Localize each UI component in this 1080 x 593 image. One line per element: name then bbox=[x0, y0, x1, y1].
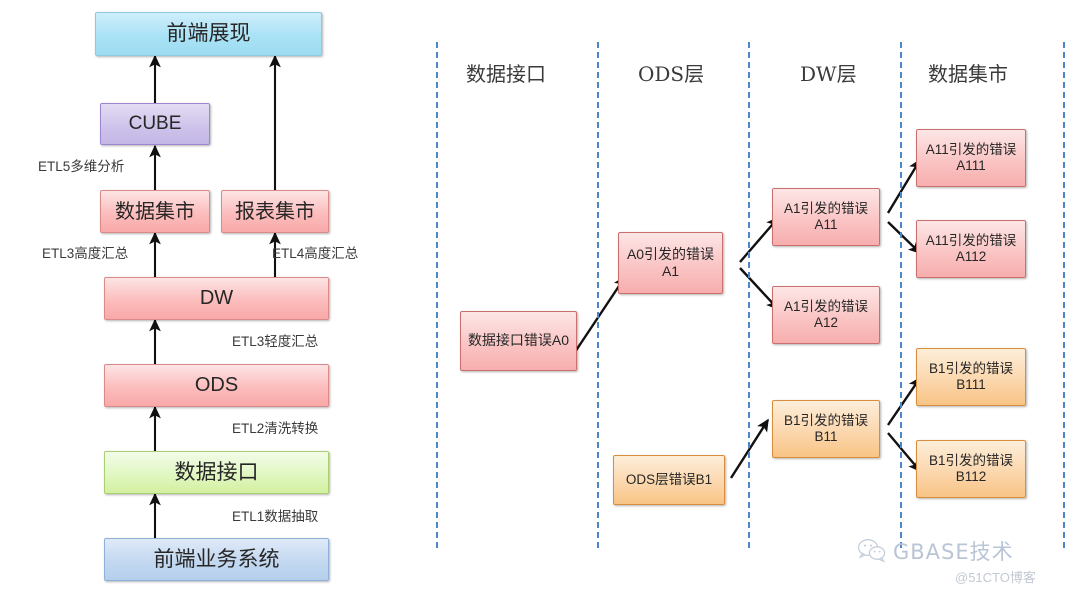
lane-divider-3 bbox=[748, 42, 750, 548]
box-label: 前端业务系统 bbox=[153, 546, 280, 571]
node-label: A11引发的错误A111 bbox=[925, 141, 1017, 173]
box-frontend-business-system[interactable]: 前端业务系统 bbox=[104, 538, 329, 581]
box-label: 数据集市 bbox=[115, 199, 195, 224]
box-label: 前端展现 bbox=[166, 21, 251, 46]
box-frontend-display[interactable]: 前端展现 bbox=[95, 12, 322, 56]
node-b112[interactable]: B1引发的错误B112 bbox=[916, 440, 1026, 498]
node-a12[interactable]: A1引发的错误A12 bbox=[772, 286, 880, 344]
box-ods[interactable]: ODS bbox=[104, 364, 329, 407]
lane-divider-2 bbox=[597, 42, 599, 548]
node-label: A0引发的错误A1 bbox=[626, 245, 715, 279]
node-a0[interactable]: 数据接口错误A0 bbox=[460, 311, 577, 371]
edge-label-etl5: ETL5多维分析 bbox=[38, 159, 125, 174]
node-label: A1引发的错误A11 bbox=[783, 200, 868, 232]
diagram-canvas: 前端展现 CUBE 数据集市 报表集市 DW ODS 数据接口 前端业务系统 E… bbox=[0, 0, 1080, 593]
edge-label-etl3-light: ETL3轻度汇总 bbox=[232, 334, 319, 349]
edge-label-etl4-high: ETL4高度汇总 bbox=[272, 246, 359, 261]
node-a111[interactable]: A11引发的错误A111 bbox=[916, 129, 1026, 187]
lane-divider-4 bbox=[900, 42, 902, 548]
box-data-interface[interactable]: 数据接口 bbox=[104, 451, 329, 494]
node-label: A11引发的错误A112 bbox=[925, 232, 1017, 264]
edge-label-etl1: ETL1数据抽取 bbox=[232, 509, 319, 524]
node-label: B1引发的错误B111 bbox=[928, 360, 1013, 392]
box-cube[interactable]: CUBE bbox=[100, 103, 210, 145]
node-b1[interactable]: ODS层错误B1 bbox=[613, 455, 725, 505]
box-report-mart[interactable]: 报表集市 bbox=[221, 190, 329, 233]
node-a1[interactable]: A0引发的错误A1 bbox=[618, 232, 723, 294]
column-header-data-interface: 数据接口 bbox=[466, 62, 546, 86]
node-label: 数据接口错误A0 bbox=[467, 332, 570, 349]
node-a112[interactable]: A11引发的错误A112 bbox=[916, 220, 1026, 278]
box-label: 报表集市 bbox=[235, 199, 315, 224]
box-data-mart[interactable]: 数据集市 bbox=[100, 190, 210, 233]
wechat-icon bbox=[857, 539, 886, 563]
lane-divider-5 bbox=[1063, 42, 1065, 548]
box-label: DW bbox=[199, 287, 234, 310]
node-b111[interactable]: B1引发的错误B111 bbox=[916, 348, 1026, 406]
node-b11[interactable]: B1引发的错误B11 bbox=[772, 400, 880, 458]
node-label: B1引发的错误B11 bbox=[783, 412, 868, 444]
node-a11[interactable]: A1引发的错误A11 bbox=[772, 188, 880, 246]
box-label: CUBE bbox=[128, 113, 182, 135]
watermark-brand: GBASE技术 bbox=[893, 540, 1014, 564]
box-label: ODS bbox=[194, 374, 239, 397]
edge-label-etl2: ETL2清洗转换 bbox=[232, 421, 319, 436]
box-label: 数据接口 bbox=[174, 459, 259, 484]
node-label: A1引发的错误A12 bbox=[783, 298, 868, 330]
column-header-dw: DW层 bbox=[800, 62, 857, 86]
watermark: GBASE技术 bbox=[857, 536, 1014, 566]
box-dw[interactable]: DW bbox=[104, 277, 329, 320]
column-header-ods: ODS层 bbox=[638, 62, 705, 86]
edge-label-etl3-high: ETL3高度汇总 bbox=[42, 246, 129, 261]
watermark-source: @51CTO博客 bbox=[955, 570, 1036, 585]
node-label: ODS层错误B1 bbox=[625, 471, 713, 487]
node-label: B1引发的错误B112 bbox=[928, 452, 1013, 484]
column-header-data-mart: 数据集市 bbox=[928, 62, 1008, 86]
lane-divider-1 bbox=[436, 42, 438, 548]
